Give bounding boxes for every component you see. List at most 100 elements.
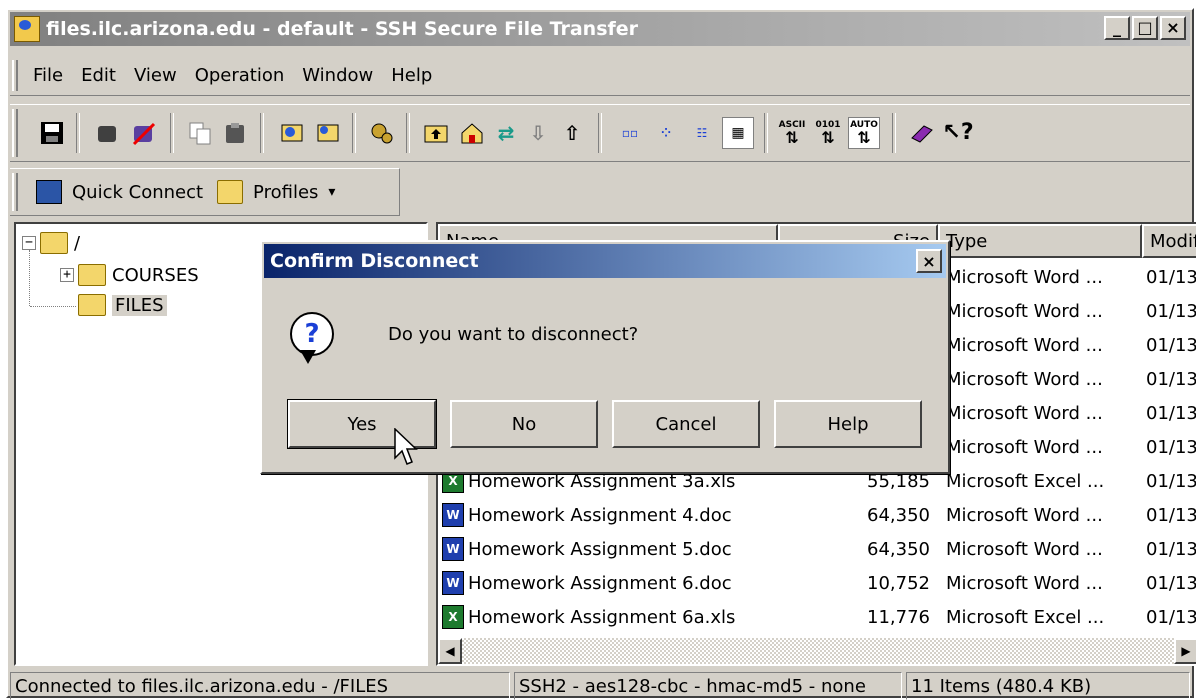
cell-type: Microsoft Excel ... [946, 606, 1105, 628]
toolbar-separator [892, 113, 896, 153]
paste-icon[interactable] [220, 117, 252, 149]
cell-type: Microsoft Word ... [946, 402, 1103, 424]
upload-icon[interactable]: ⇧ [556, 117, 588, 149]
cell-type: Microsoft Word ... [946, 538, 1103, 560]
large-icons-icon[interactable]: ▫▫ [614, 117, 646, 149]
title-bar[interactable]: files.ilc.arizona.edu - default - SSH Se… [10, 12, 1190, 46]
cell-name: W Homework Assignment 6.doc [438, 566, 778, 600]
refresh-icon[interactable]: ⇄ [490, 117, 522, 149]
status-cipher: SSH2 - aes128-cbc - hmac-md5 - none [514, 672, 902, 700]
cell-modified: 01/13 [1146, 606, 1196, 628]
cell-type: Microsoft Word ... [946, 436, 1103, 458]
file-name: Homework Assignment 4.doc [468, 504, 732, 526]
cell-type: Microsoft Word ... [946, 368, 1103, 390]
column-modified[interactable]: Modif [1142, 224, 1196, 258]
settings-icon[interactable] [366, 117, 398, 149]
cell-size: 64,350 [867, 538, 930, 560]
dialog-title-bar[interactable]: Confirm Disconnect × [264, 244, 946, 278]
profiles-button[interactable]: Profiles [253, 182, 318, 203]
menu-help[interactable]: Help [391, 65, 432, 86]
disconnect-icon[interactable] [128, 117, 160, 149]
cell-size: 10,752 [867, 572, 930, 594]
maximize-button[interactable]: □ [1132, 16, 1158, 40]
list-icon[interactable]: ☷ [686, 117, 718, 149]
tree-node-courses-label: COURSES [112, 264, 199, 286]
profiles-folder-icon[interactable] [217, 180, 244, 204]
menu-grip[interactable] [12, 60, 18, 91]
auto-icon[interactable]: AUTO ⇅ [848, 117, 880, 149]
horizontal-scrollbar[interactable]: ◀ ▶ [438, 638, 1196, 664]
table-row[interactable]: W Homework Assignment 6.doc 10,752 Microsof… [438, 566, 1196, 600]
ascii-icon[interactable]: ASCII ⇅ [776, 117, 808, 149]
table-row[interactable]: W Homework Assignment 5.doc 64,350 Microsof… [438, 532, 1196, 566]
toolbar: ⇄ ⇩ ⇧ ▫▫ ⁘ ☷ ▦ ASCII ⇅ 0101 ⇅ AUTO ⇅ ↖? [10, 104, 1190, 162]
word-file-icon: W [442, 503, 464, 527]
tree-root[interactable]: − / [22, 232, 80, 254]
cell-type: Microsoft Word ... [946, 334, 1103, 356]
cancel-button[interactable]: Cancel [612, 400, 760, 448]
file-name: Homework Assignment 5.doc [468, 538, 732, 560]
cell-name: W Homework Assignment 5.doc [438, 532, 778, 566]
word-file-icon: W [442, 537, 464, 561]
up-folder-icon[interactable] [420, 117, 452, 149]
auto-arrows: ⇅ [857, 127, 871, 147]
menu-view[interactable]: View [134, 65, 177, 86]
collapse-expander[interactable]: − [22, 236, 36, 250]
cell-modified: 01/13 [1146, 368, 1196, 390]
window-title: files.ilc.arizona.edu - default - SSH Se… [46, 18, 639, 40]
toolbar-separator [406, 113, 410, 153]
column-type[interactable]: Type [938, 224, 1142, 258]
cell-modified: 01/13 [1146, 300, 1196, 322]
home-icon[interactable] [456, 117, 488, 149]
toolbar-separator [170, 113, 174, 153]
mouse-pointer-icon [394, 428, 418, 465]
folder-open-icon [78, 294, 106, 316]
tree-node-courses[interactable]: + COURSES [60, 264, 199, 286]
connect-icon[interactable] [92, 117, 124, 149]
cell-modified: 01/13 [1146, 470, 1196, 492]
help-button[interactable]: Help [774, 400, 922, 448]
toolbar-separator [764, 113, 768, 153]
table-row[interactable]: W Homework Assignment 4.doc 64,350 Microsof… [438, 498, 1196, 532]
cell-modified: 01/13 [1146, 572, 1196, 594]
download-icon[interactable]: ⇩ [522, 117, 554, 149]
scroll-right-button[interactable]: ▶ [1174, 638, 1196, 664]
dialog-message: Do you want to disconnect? [388, 324, 639, 345]
help-topics-icon[interactable] [906, 117, 938, 149]
quickbar-grip[interactable] [12, 173, 18, 211]
menu-operation[interactable]: Operation [195, 65, 285, 86]
toolbar-grip[interactable] [12, 109, 18, 157]
small-icons-icon[interactable]: ⁘ [650, 117, 682, 149]
menu-bar: File Edit View Operation Window Help [10, 56, 1190, 96]
binary-icon[interactable]: 0101 ⇅ [812, 117, 844, 149]
dialog-close-button[interactable]: × [916, 249, 942, 273]
quick-connect-icon[interactable] [36, 180, 62, 204]
cell-modified: 01/13 [1146, 504, 1196, 526]
whats-this-icon[interactable]: ↖? [942, 117, 974, 149]
cell-name: X Homework Assignment 6a.xls [438, 600, 778, 634]
menu-window[interactable]: Window [302, 65, 373, 86]
save-icon[interactable] [36, 117, 68, 149]
minimize-button[interactable]: _ [1104, 16, 1130, 40]
profiles-dropdown-arrow[interactable]: ▾ [328, 184, 335, 200]
cell-size: 64,350 [867, 504, 930, 526]
question-icon-tail [300, 350, 316, 364]
new-file-transfer-icon[interactable] [312, 117, 344, 149]
new-terminal-icon[interactable] [276, 117, 308, 149]
quick-connect-button[interactable]: Quick Connect [72, 182, 203, 203]
no-button[interactable]: No [450, 400, 598, 448]
folder-icon [78, 264, 106, 286]
menu-file[interactable]: File [33, 65, 63, 86]
details-icon[interactable]: ▦ [722, 117, 754, 149]
close-button[interactable]: × [1160, 16, 1186, 40]
table-row[interactable]: X Homework Assignment 6a.xls 11,776 Microso… [438, 600, 1196, 634]
menu-edit[interactable]: Edit [81, 65, 116, 86]
ascii-arrows: ⇅ [785, 127, 799, 147]
toolbar-separator [598, 113, 602, 153]
expand-expander[interactable]: + [60, 268, 74, 282]
tree-node-files[interactable]: FILES [78, 294, 167, 316]
scroll-left-button[interactable]: ◀ [438, 638, 462, 664]
cell-type: Microsoft Word ... [946, 300, 1103, 322]
word-file-icon: W [442, 571, 464, 595]
copy-icon[interactable] [184, 117, 216, 149]
